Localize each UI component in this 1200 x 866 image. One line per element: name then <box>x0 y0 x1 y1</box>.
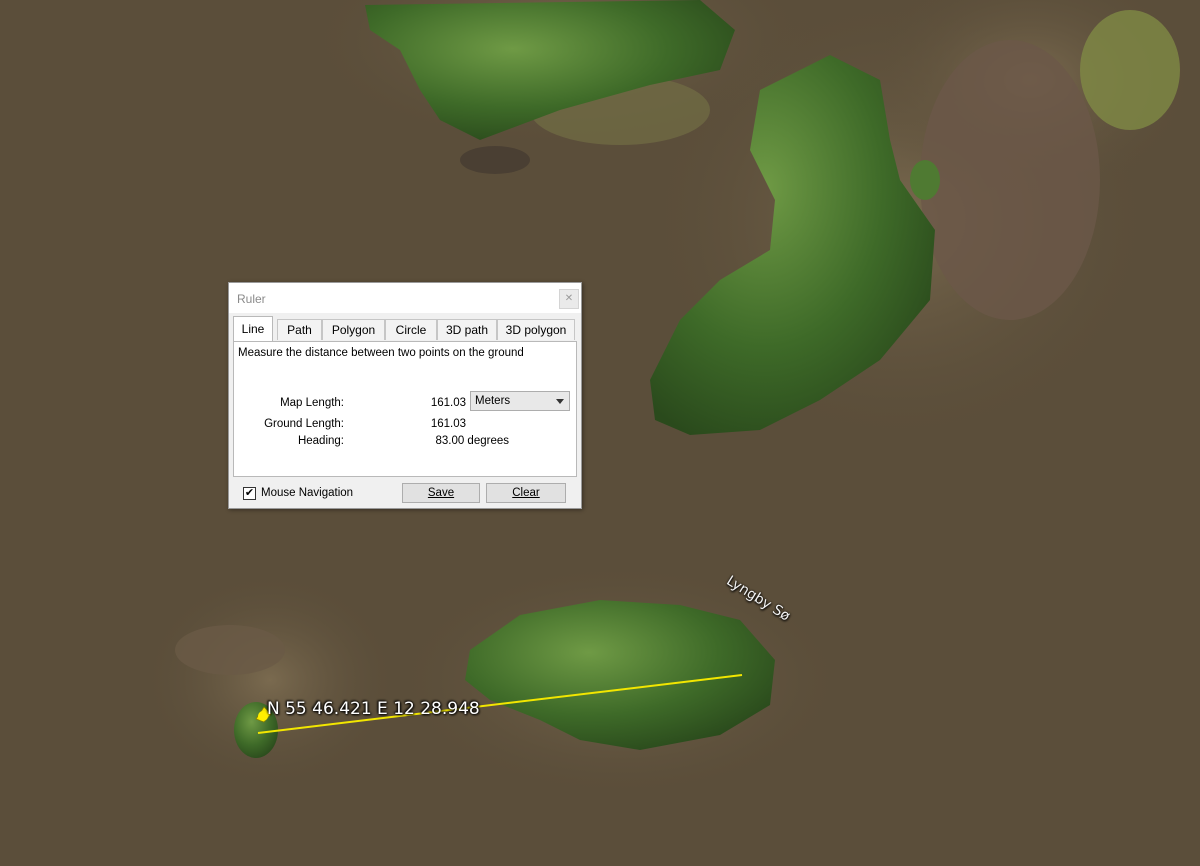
tab-circle[interactable]: Circle <box>385 319 437 340</box>
save-button-label: Save <box>427 487 455 499</box>
map-length-label: Map Length: <box>280 397 344 409</box>
close-icon[interactable]: ✕ <box>559 289 579 309</box>
satellite-map[interactable] <box>0 0 1200 866</box>
tab-path[interactable]: Path <box>277 319 322 340</box>
tab-3d-polygon[interactable]: 3D polygon <box>497 319 575 340</box>
ruler-dialog: Ruler ✕ Line Path Polygon Circle 3D path… <box>228 282 582 509</box>
clear-button-label: Clear <box>512 487 540 499</box>
dialog-titlebar[interactable]: Ruler ✕ <box>229 283 581 313</box>
unit-select-value: Meters <box>475 395 511 407</box>
save-button[interactable]: Save <box>402 483 480 503</box>
ruler-tabs: Line Path Polygon Circle 3D path 3D poly… <box>233 316 577 341</box>
tab-polygon[interactable]: Polygon <box>322 319 385 340</box>
ruler-panel: Measure the distance between two points … <box>233 341 577 477</box>
mouse-navigation-label[interactable]: Mouse Navigation <box>261 487 353 499</box>
marsh-patch <box>920 40 1100 320</box>
tab-line[interactable]: Line <box>233 316 273 341</box>
placemark-coordinate-label: N 55 46.421 E 12 28.948 <box>267 699 480 719</box>
heading-label: Heading: <box>297 435 344 447</box>
tab-3d-path[interactable]: 3D path <box>437 319 497 340</box>
clear-button[interactable]: Clear <box>486 483 566 503</box>
unit-select[interactable]: Meters <box>470 391 570 411</box>
dialog-title: Ruler <box>237 292 266 306</box>
ruler-description: Measure the distance between two points … <box>238 347 524 359</box>
ground-length-label: Ground Length: <box>264 418 344 430</box>
ground-length-value: 161.03 <box>430 418 466 430</box>
chevron-down-icon <box>556 399 564 404</box>
dialog-footer: ✔ Mouse Navigation Save Clear <box>229 482 581 508</box>
mouse-navigation-checkbox[interactable]: ✔ <box>243 487 256 500</box>
map-length-value: 161.03 <box>430 397 466 409</box>
heading-value: 83.00 degrees <box>435 435 509 447</box>
